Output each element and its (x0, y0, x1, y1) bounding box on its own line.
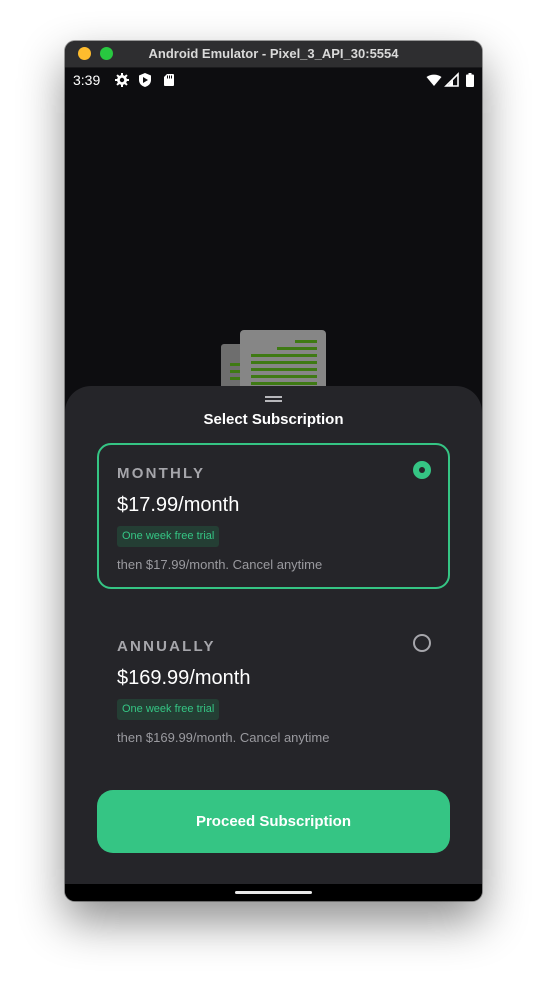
shield-icon (139, 73, 151, 87)
home-gesture-pill[interactable] (235, 891, 312, 894)
status-time: 3:39 (73, 72, 101, 88)
trial-badge: One week free trial (117, 699, 220, 720)
window-titlebar: Android Emulator - Pixel_3_API_30:5554 (65, 41, 482, 68)
plan-price: $169.99/month (117, 667, 251, 689)
plan-card-monthly[interactable]: MONTHLY $17.99/month One week free trial… (97, 443, 450, 589)
window-title: Android Emulator - Pixel_3_API_30:5554 (148, 46, 399, 61)
navigation-bar (65, 884, 482, 901)
sheet-title: Select Subscription (203, 411, 344, 428)
plan-name: ANNUALLY (117, 638, 216, 655)
plan-radio-monthly[interactable] (413, 461, 431, 479)
sd-card-icon (164, 74, 174, 86)
signal-icon (444, 72, 459, 87)
subscription-sheet: Select Subscription MONTHLY $17.99/month… (65, 386, 482, 886)
battery-icon (466, 73, 474, 87)
plan-description: then $169.99/month. Cancel anytime (117, 730, 330, 745)
proceed-subscription-button[interactable]: Proceed Subscription (97, 790, 450, 853)
trial-badge: One week free trial (117, 526, 220, 547)
plan-radio-annually[interactable] (413, 634, 431, 652)
gear-icon (115, 73, 129, 87)
phone-screen: 3:39 Select Subscription MONTHLY $17.99/… (65, 68, 482, 901)
plan-description: then $17.99/month. Cancel anytime (117, 557, 323, 572)
plan-name: MONTHLY (117, 465, 206, 482)
plan-card-annually[interactable]: ANNUALLY $169.99/month One week free tri… (97, 616, 450, 762)
plan-price: $17.99/month (117, 494, 240, 516)
emulator-window: Android Emulator - Pixel_3_API_30:5554 3… (65, 41, 482, 901)
status-bar: 3:39 (65, 68, 482, 92)
wifi-icon (426, 74, 442, 86)
